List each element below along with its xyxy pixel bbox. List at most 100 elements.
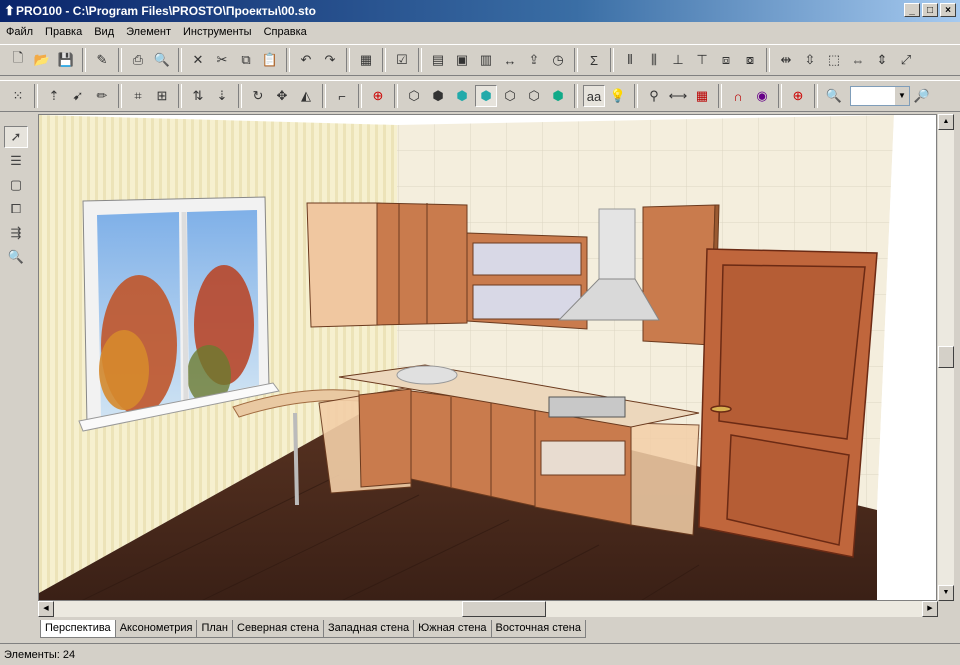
tab-axonometry[interactable]: Аксонометрия: [114, 620, 198, 638]
zoom-in-icon[interactable]: 🔍: [823, 85, 845, 107]
align-back-icon[interactable]: ⧇: [739, 49, 761, 71]
menu-help[interactable]: Справка: [258, 22, 313, 42]
print-icon[interactable]: ⎙: [127, 49, 149, 71]
vertical-move-icon[interactable]: ⇅: [187, 85, 209, 107]
snap-tool-icon[interactable]: ⧠: [4, 198, 28, 220]
checklist-icon[interactable]: ☑: [391, 49, 413, 71]
scroll-right-button[interactable]: ▶: [922, 601, 938, 617]
pointer-move-icon[interactable]: ➹: [67, 85, 89, 107]
undo-icon[interactable]: ↶: [295, 49, 317, 71]
move-cross-icon[interactable]: ✥: [271, 85, 293, 107]
maximize-button[interactable]: □: [922, 3, 938, 17]
tab-west-wall[interactable]: Западная стена: [322, 620, 415, 638]
size-depth-icon[interactable]: ⤢: [895, 49, 917, 71]
xray-box-icon[interactable]: ⬡: [523, 85, 545, 107]
vertical-scroll-thumb[interactable]: [938, 346, 954, 368]
edit-pencil-icon[interactable]: ✏: [91, 85, 113, 107]
menu-edit[interactable]: Правка: [39, 22, 88, 42]
distribute-vertical-icon[interactable]: ⇳: [799, 49, 821, 71]
snap-grid-icon[interactable]: ⊞: [151, 85, 173, 107]
align-front-icon[interactable]: ⧈: [715, 49, 737, 71]
properties-icon[interactable]: ✎: [91, 49, 113, 71]
dimension-tool-icon[interactable]: ☰: [4, 150, 28, 172]
perspective-viewport[interactable]: [38, 114, 937, 601]
chevron-down-icon: ▼: [895, 87, 909, 105]
attach-icon[interactable]: ⚲: [643, 85, 665, 107]
tab-south-wall[interactable]: Южная стена: [413, 620, 492, 638]
zoom-select[interactable]: ▼: [850, 86, 910, 106]
color-picker-icon[interactable]: ◉: [751, 85, 773, 107]
move-up-icon[interactable]: ⇡: [43, 85, 65, 107]
align-left-icon[interactable]: ⫴: [619, 49, 641, 71]
scroll-left-button[interactable]: ◀: [38, 601, 54, 617]
align-right-icon[interactable]: ⊥: [667, 49, 689, 71]
vertical-center-icon[interactable]: ⇣: [211, 85, 233, 107]
size-width-icon[interactable]: ⇔: [847, 49, 869, 71]
menu-element[interactable]: Элемент: [120, 22, 177, 42]
distribute-depth-icon[interactable]: ⬚: [823, 49, 845, 71]
vertical-scrollbar[interactable]: ▲ ▼: [938, 114, 954, 601]
horizontal-scrollbar[interactable]: ◀ ▶: [38, 601, 938, 617]
rectangle-tool-icon[interactable]: ▢: [4, 174, 28, 196]
pointer-icon[interactable]: ➚: [4, 126, 28, 148]
align-bottom-icon[interactable]: ⊤: [691, 49, 713, 71]
print-preview-icon[interactable]: 🔍: [151, 49, 173, 71]
solid-box-icon[interactable]: ⬢: [547, 85, 569, 107]
export-icon[interactable]: ⇪: [523, 49, 545, 71]
menu-file[interactable]: Файл: [0, 22, 39, 42]
align-center-icon[interactable]: ⫼: [643, 49, 665, 71]
kitchen-scene[interactable]: [39, 115, 937, 601]
hidden-lines-box-icon[interactable]: ⬢: [427, 85, 449, 107]
delete-icon[interactable]: ✕: [187, 49, 209, 71]
element-list-icon[interactable]: ▤: [427, 49, 449, 71]
snap-frame-icon[interactable]: ⌗: [127, 85, 149, 107]
paste-icon[interactable]: 📋: [259, 49, 281, 71]
new-file-icon[interactable]: 🗋: [7, 49, 29, 71]
tab-north-wall[interactable]: Северная стена: [232, 620, 324, 638]
tab-perspective[interactable]: Перспектива: [40, 620, 116, 638]
menu-tools[interactable]: Инструменты: [177, 22, 258, 42]
wireframe-box-icon[interactable]: ⬡: [403, 85, 425, 107]
element-search-icon[interactable]: ▣: [451, 49, 473, 71]
textured-box-icon[interactable]: ⬢: [475, 85, 497, 107]
horizontal-scroll-thumb[interactable]: [462, 601, 546, 617]
library-icon[interactable]: ▦: [355, 49, 377, 71]
text-labels-icon[interactable]: aa: [583, 85, 605, 107]
tab-plan[interactable]: План: [196, 620, 233, 638]
minimize-button[interactable]: _: [904, 3, 920, 17]
copy-icon[interactable]: ⧉: [235, 49, 257, 71]
corner-icon[interactable]: ⌐: [331, 85, 353, 107]
zoom-tool-icon[interactable]: 🔍: [4, 246, 28, 268]
scroll-down-button[interactable]: ▼: [938, 585, 954, 601]
grid-icon[interactable]: ▦: [691, 85, 713, 107]
status-bar: Элементы: 24: [0, 643, 960, 665]
outline-box-icon[interactable]: ⬡: [499, 85, 521, 107]
magnet-icon[interactable]: ∩: [727, 85, 749, 107]
select-all-icon[interactable]: ⁙: [7, 85, 29, 107]
mirror-icon[interactable]: ◭: [295, 85, 317, 107]
save-icon[interactable]: 💾: [55, 49, 77, 71]
center-view-icon[interactable]: ⊕: [787, 85, 809, 107]
target-icon[interactable]: ⊕: [367, 85, 389, 107]
zoom-out-icon[interactable]: 🔎: [911, 85, 933, 107]
timer-icon[interactable]: ◷: [547, 49, 569, 71]
cut-icon[interactable]: ✂: [211, 49, 233, 71]
measure-icon[interactable]: ⟷: [667, 85, 689, 107]
stretch-tool-icon[interactable]: ⇶: [4, 222, 28, 244]
element-groups-icon[interactable]: ▥: [475, 49, 497, 71]
dimensions-icon[interactable]: ↔: [499, 49, 521, 71]
shaded-box-icon[interactable]: ⬢: [451, 85, 473, 107]
open-folder-icon[interactable]: 📂: [31, 49, 53, 71]
tab-east-wall[interactable]: Восточная стена: [490, 620, 586, 638]
distribute-horizontal-icon[interactable]: ⇹: [775, 49, 797, 71]
redo-icon[interactable]: ↷: [319, 49, 341, 71]
light-bulb-icon[interactable]: 💡: [607, 85, 629, 107]
close-button[interactable]: ×: [940, 3, 956, 17]
sum-icon[interactable]: Σ: [583, 49, 605, 71]
size-height-icon[interactable]: ⇕: [871, 49, 893, 71]
menu-view[interactable]: Вид: [88, 22, 120, 42]
rotate-icon[interactable]: ↻: [247, 85, 269, 107]
window-controls: _ □ ×: [904, 3, 956, 17]
scroll-up-button[interactable]: ▲: [938, 114, 954, 130]
separator: [574, 84, 578, 108]
